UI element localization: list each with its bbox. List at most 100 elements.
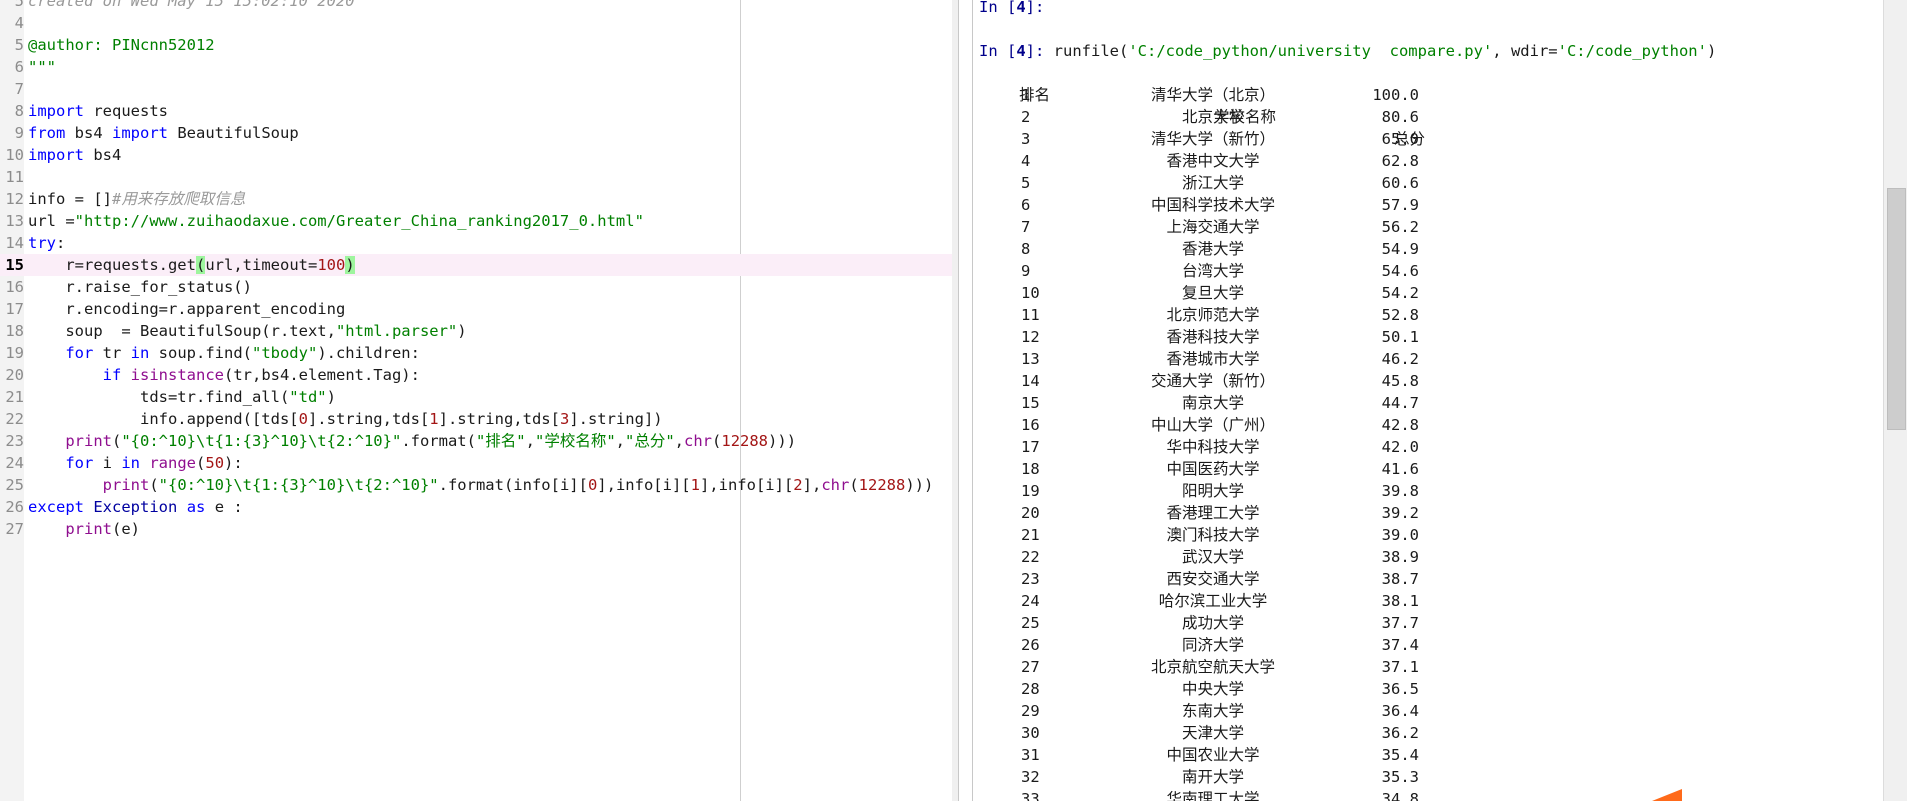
cell-score: 36.5 bbox=[1381, 680, 1419, 698]
line-number: 26 bbox=[5, 498, 24, 516]
cell-score: 80.6 bbox=[1381, 108, 1419, 126]
cell-score: 46.2 bbox=[1381, 350, 1419, 368]
code-token: ( bbox=[149, 476, 159, 494]
cell-score: 60.6 bbox=[1381, 174, 1419, 192]
line-number: 16 bbox=[5, 278, 24, 296]
code-token: url = bbox=[28, 212, 75, 230]
code-token: ))) bbox=[768, 432, 797, 450]
cell-school-name: 北京大学 bbox=[1181, 108, 1244, 126]
cell-rank: 4 bbox=[1021, 152, 1031, 170]
console-scrollbar[interactable] bbox=[1883, 0, 1907, 801]
cell-school-name: 同济大学 bbox=[1181, 636, 1244, 654]
line-number: 5 bbox=[14, 0, 24, 10]
cell-school-name: 香港科技大学 bbox=[1166, 328, 1260, 346]
code-token: chr bbox=[821, 476, 850, 494]
code-token: , bbox=[525, 432, 535, 450]
pane-splitter[interactable] bbox=[952, 0, 959, 801]
cell-school-name: 中国医药大学 bbox=[1166, 460, 1260, 478]
scrollbar-thumb[interactable] bbox=[1887, 188, 1906, 430]
code-token: ( bbox=[196, 454, 206, 472]
code-text: try: bbox=[28, 232, 65, 254]
code-token: ], bbox=[802, 476, 822, 494]
cell-school-name: 华中科技大学 bbox=[1166, 438, 1260, 456]
code-text: r.encoding=r.apparent_encoding bbox=[28, 298, 345, 320]
ipython-console[interactable]: In [4]: In [4]: runfile('C:/code_python/… bbox=[972, 0, 1884, 801]
line-number: 11 bbox=[5, 168, 24, 186]
code-token: from bbox=[28, 124, 66, 142]
console-output: In [4]: In [4]: runfile('C:/code_python/… bbox=[979, 0, 1879, 801]
line-number: 13 bbox=[5, 212, 24, 230]
cell-rank: 8 bbox=[1021, 240, 1031, 258]
code-line: 22 info.append([tds[0].string,tds[1].str… bbox=[0, 408, 952, 430]
line-number: 24 bbox=[5, 454, 24, 472]
cell-rank: 27 bbox=[1021, 658, 1040, 676]
code-token: "http://www.zuihaodaxue.com/Greater_Chin… bbox=[74, 212, 644, 230]
ranking-row: 20 香港理工大学 39.2 bbox=[979, 502, 1879, 524]
cell-rank: 5 bbox=[1021, 174, 1031, 192]
code-token: import bbox=[28, 146, 84, 164]
cell-score: 35.4 bbox=[1381, 746, 1419, 764]
cell-rank: 18 bbox=[1021, 460, 1040, 478]
runfile-wdir: 'C:/code_python' bbox=[1557, 42, 1707, 60]
ranking-row: 11 北京师范大学 52.8 bbox=[979, 304, 1879, 326]
code-token: "html.parser" bbox=[335, 322, 458, 340]
code-token: r=requests.get bbox=[28, 256, 196, 274]
code-token: soup.find( bbox=[149, 344, 252, 362]
ranking-row: 12 香港科技大学 50.1 bbox=[979, 326, 1879, 348]
code-line: 20 if isinstance(tr,bs4.element.Tag): bbox=[0, 364, 952, 386]
code-token: bs4 bbox=[84, 146, 122, 164]
ranking-row: 2 北京大学 80.6 bbox=[979, 106, 1879, 128]
cell-rank: 6 bbox=[1021, 196, 1031, 214]
cell-rank: 21 bbox=[1021, 526, 1040, 544]
code-text: r=requests.get(url,timeout=100) bbox=[28, 254, 355, 276]
code-text: print(e) bbox=[28, 518, 140, 540]
line-number: 9 bbox=[14, 124, 24, 142]
orange-arrow-icon bbox=[1652, 789, 1682, 801]
code-token: created on Wed May 15 15:02:10 2020 bbox=[28, 0, 355, 10]
code-token: import bbox=[28, 102, 84, 120]
line-number: 23 bbox=[5, 432, 24, 450]
cell-score: 41.6 bbox=[1381, 460, 1419, 478]
cell-score: 39.2 bbox=[1381, 504, 1419, 522]
ranking-row: 7 上海交通大学 56.2 bbox=[979, 216, 1879, 238]
cell-score: 37.4 bbox=[1381, 636, 1419, 654]
ranking-row: 9 台湾大学 54.6 bbox=[979, 260, 1879, 282]
code-token: in bbox=[130, 344, 150, 362]
cell-school-name: 成功大学 bbox=[1181, 614, 1244, 632]
cell-rank: 24 bbox=[1021, 592, 1040, 610]
cell-rank: 7 bbox=[1021, 218, 1031, 236]
code-text: created on Wed May 15 15:02:10 2020 bbox=[28, 0, 355, 12]
cell-score: 50.1 bbox=[1381, 328, 1419, 346]
code-token: print bbox=[65, 520, 112, 538]
code-text: except Exception as e : bbox=[28, 496, 243, 518]
code-editor[interactable]: 5 created on Wed May 15 15:02:10 2020 4 5 @a… bbox=[0, 0, 952, 801]
code-token: ],info[i][ bbox=[699, 476, 794, 494]
cell-score: 45.8 bbox=[1381, 372, 1419, 390]
line-number: 22 bbox=[5, 410, 24, 428]
code-token: ) bbox=[345, 256, 355, 274]
code-line: 25 print("{0:^10}\t{1:{3}^10}\t{2:^10}".… bbox=[0, 474, 952, 496]
cell-score: 57.9 bbox=[1381, 196, 1419, 214]
cell-school-name: 北京航空航天大学 bbox=[1150, 658, 1275, 676]
code-token: 3 bbox=[559, 410, 570, 428]
code-line: 6 """ bbox=[0, 56, 952, 78]
code-token: i bbox=[93, 454, 122, 472]
code-token: (tr,bs4.element.Tag): bbox=[224, 366, 420, 384]
code-text: for tr in soup.find("tbody").children: bbox=[28, 342, 420, 364]
code-text: """ bbox=[28, 56, 56, 78]
cell-rank: 2 bbox=[1021, 108, 1031, 126]
ranking-header: 排名 学校名称 总分 bbox=[979, 62, 1879, 148]
ranking-row: 16 中山大学（广州） 42.8 bbox=[979, 414, 1879, 436]
cell-school-name: 北京师范大学 bbox=[1166, 306, 1260, 324]
code-text: soup = BeautifulSoup(r.text,"html.parser… bbox=[28, 320, 466, 342]
code-line: 17 r.encoding=r.apparent_encoding bbox=[0, 298, 952, 320]
code-text: if isinstance(tr,bs4.element.Tag): bbox=[28, 364, 420, 386]
cell-score: 38.1 bbox=[1381, 592, 1419, 610]
cell-score: 42.8 bbox=[1381, 416, 1419, 434]
cell-school-name: 中央大学 bbox=[1181, 680, 1244, 698]
cell-score: 52.8 bbox=[1381, 306, 1419, 324]
cell-rank: 31 bbox=[1021, 746, 1040, 764]
line-number: 19 bbox=[5, 344, 24, 362]
